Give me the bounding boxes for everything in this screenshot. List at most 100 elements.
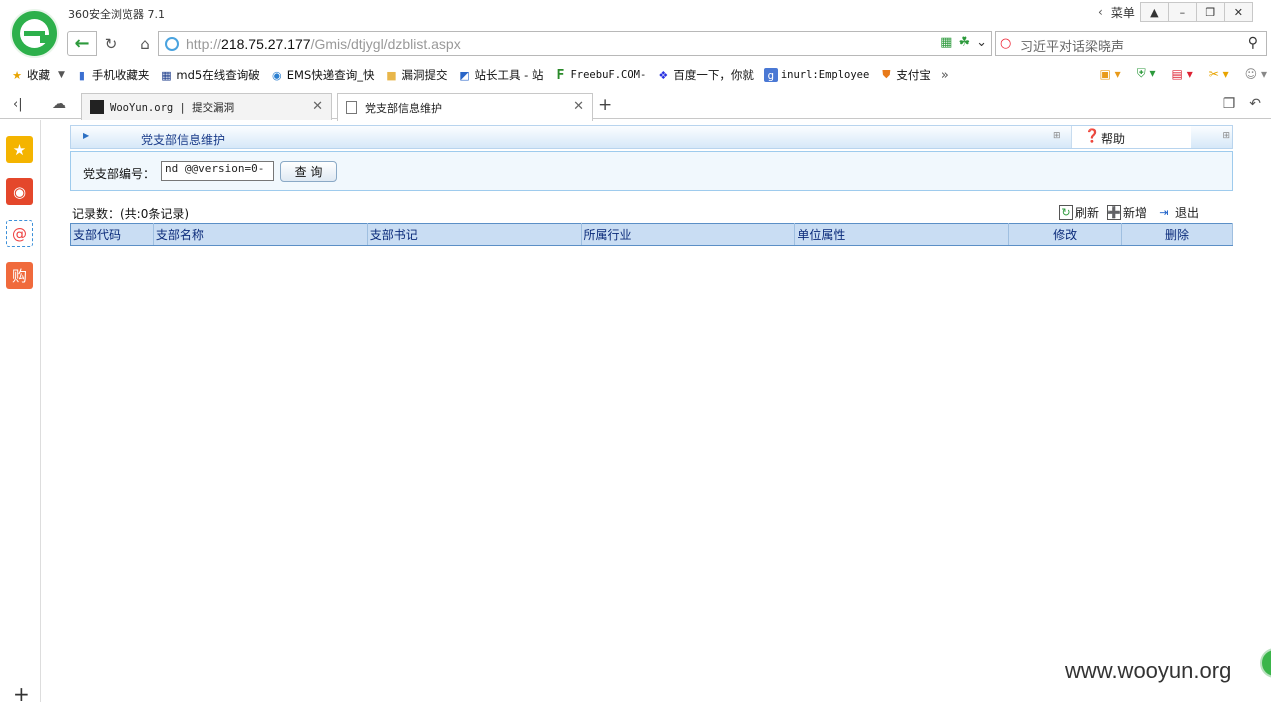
home-icon[interactable]: ⌂	[134, 34, 156, 54]
refresh-button[interactable]: ↻ 刷新	[1059, 204, 1099, 221]
close-icon[interactable]: ✕	[573, 99, 584, 114]
expand-icon[interactable]: ⊞	[1222, 131, 1230, 141]
cloud-icon[interactable]: ☁	[52, 96, 66, 112]
sidebar-toggle-icon[interactable]: ‹|	[13, 97, 23, 112]
reload-icon[interactable]: ↻	[100, 34, 122, 54]
star-icon[interactable]: ★	[6, 136, 33, 163]
col-branch-secretary[interactable]: 支部书记	[367, 223, 582, 246]
add-button[interactable]: ➕ 新增	[1107, 204, 1147, 221]
compat-mode-icon[interactable]: ☘	[958, 35, 970, 50]
bookmark-favorites[interactable]: ★ 收藏 ▼	[10, 67, 65, 83]
query-panel: 党支部编号： nd @@version=0-- 查 询	[70, 151, 1233, 191]
tab-list-icon[interactable]: ❐	[1223, 96, 1236, 112]
watermark: www.wooyun.org	[1065, 658, 1232, 683]
search-engine-icon[interactable]: ○	[1000, 36, 1011, 51]
address-bar-icons: ▦ ☘ ⌄	[940, 35, 987, 50]
url-text[interactable]: http://218.75.27.177/Gmis/dtjygl/dzblist…	[186, 36, 461, 52]
new-doc-icon: ➕	[1107, 205, 1122, 220]
bookmark-webmaster-tools[interactable]: ◩ 站长工具 - 站	[458, 67, 543, 83]
weibo-icon[interactable]: ◉	[6, 178, 33, 205]
bookmark-freebuf[interactable]: F FreebuF.COM-	[553, 67, 647, 83]
col-branch-name[interactable]: 支部名称	[153, 223, 368, 246]
record-count: 记录数：(共:0条记录)	[72, 207, 190, 221]
action-toolbar: ↻ 刷新 ➕ 新增 ⇥ 退出	[1059, 204, 1207, 221]
branch-number-input[interactable]: nd @@version=0--	[161, 161, 274, 181]
folder-icon: ■	[386, 68, 397, 82]
col-unit-attribute[interactable]: 单位属性	[794, 223, 1010, 246]
window-controls: ‹ 菜单 ▲ – ❐ ✕	[1098, 2, 1253, 22]
app-title: 360安全浏览器 7.1	[68, 8, 165, 21]
shield-icon: ⛊	[882, 68, 891, 81]
help-icon: ❓	[1084, 129, 1101, 144]
expand-icon[interactable]: ⊞	[1053, 131, 1061, 141]
bookmark-alipay[interactable]: ⛊ 支付宝	[879, 67, 931, 83]
maximize-button[interactable]: ❐	[1195, 2, 1225, 22]
minimize-button[interactable]: –	[1167, 2, 1197, 22]
address-bar[interactable]: http://218.75.27.177/Gmis/dtjygl/dzblist…	[158, 31, 992, 56]
floating-badge-icon[interactable]	[1260, 648, 1271, 678]
phone-icon: ▮	[78, 68, 85, 82]
query-button[interactable]: 查 询	[280, 161, 337, 182]
menu-button[interactable]: 菜单	[1111, 4, 1135, 21]
bookmark-inurl[interactable]: g inurl:Employee	[763, 68, 869, 82]
page-title: 党支部信息维护	[141, 133, 226, 147]
more-bookmarks-icon[interactable]: »	[941, 68, 949, 83]
new-tab-icon[interactable]: +	[598, 95, 612, 115]
bookmarks-bar: ★ 收藏 ▼ ▮ 手机收藏夹 ▦ md5在线查询破 ◉ EMS快递查询_快 ■ 漏洞提交 ◩…	[0, 62, 1271, 88]
navigation-bar: ← ↻ ⌂ http://218.75.27.177/Gmis/dtjygl/d…	[0, 28, 1271, 59]
arrow-right-icon: ▶	[83, 131, 90, 140]
chart-icon: ◩	[459, 68, 470, 82]
screenshot-icon[interactable]: ✂ ▾	[1209, 67, 1229, 81]
col-branch-code[interactable]: 支部代码	[70, 223, 154, 246]
back-button[interactable]: ←	[67, 31, 97, 56]
undo-close-icon[interactable]: ↶	[1249, 96, 1261, 112]
search-box[interactable]: ○ 习近平对话梁晓声 ⚲	[995, 31, 1267, 56]
help-button[interactable]: ❓ 帮助	[1071, 126, 1191, 148]
bookmark-vuln-submit[interactable]: ■ 漏洞提交	[385, 67, 447, 83]
search-icon[interactable]: ⚲	[1248, 35, 1258, 51]
chevron-left-icon[interactable]: ‹	[1098, 5, 1103, 19]
page-icon	[346, 101, 357, 114]
chevron-down-icon[interactable]: ▼	[58, 70, 65, 80]
title-bar: 360安全浏览器 7.1 ‹ 菜单 ▲ – ❐ ✕	[0, 0, 1271, 28]
tab-bar-tools: ❐ ↶	[1223, 96, 1261, 112]
chevron-down-icon[interactable]: ⌄	[976, 35, 987, 50]
freebuf-icon: F	[556, 67, 565, 83]
table-header-row: 支部代码 支部名称 支部书记 所属行业 单位属性 修改 删除	[70, 223, 1233, 246]
grid-icon: ▦	[161, 68, 172, 82]
exit-icon: ⇥	[1159, 206, 1169, 219]
bookmark-mobile[interactable]: ▮ 手机收藏夹	[75, 67, 150, 83]
col-edit: 修改	[1008, 223, 1123, 246]
add-icon[interactable]: +	[13, 682, 30, 702]
close-icon[interactable]: ✕	[312, 99, 323, 114]
tab-bar: ‹| ☁ WooYun.org | 提交漏洞 ✕ 党支部信息维护 ✕ + ❐ ↶	[0, 92, 1271, 121]
browser-logo-icon	[10, 9, 59, 58]
google-icon: g	[763, 68, 778, 82]
exit-button[interactable]: ⇥ 退出	[1155, 204, 1199, 221]
tab-party-branch[interactable]: 党支部信息维护 ✕	[337, 93, 593, 121]
bookmark-ems[interactable]: ◉ EMS快递查询_快	[270, 67, 375, 83]
col-delete: 删除	[1121, 223, 1233, 246]
extension-icons: ▣ ▾ ⛨ ▾ ▤ ▾ ✂ ▾ ☺ ▾	[1100, 66, 1267, 81]
refresh-icon: ↻	[1059, 205, 1073, 220]
close-button[interactable]: ✕	[1223, 2, 1253, 22]
query-label: 党支部编号：	[83, 167, 156, 181]
game-icon[interactable]: ☺ ▾	[1245, 67, 1267, 81]
qr-code-icon[interactable]: ▦	[940, 35, 952, 50]
security-icon[interactable]: ⛨ ▾	[1137, 66, 1156, 81]
globe-icon: ◉	[271, 68, 282, 82]
search-input[interactable]: 习近平对话梁晓声	[1020, 36, 1124, 55]
bookmark-md5[interactable]: ▦ md5在线查询破	[159, 67, 260, 83]
col-industry[interactable]: 所属行业	[581, 223, 796, 246]
page-header: ▶ 党支部信息维护 ⊞ ❓ 帮助 ⊞	[70, 125, 1233, 149]
pdf-icon[interactable]: ▤ ▾	[1172, 67, 1193, 81]
paw-icon: ❖	[658, 68, 669, 82]
tab-wooyun[interactable]: WooYun.org | 提交漏洞 ✕	[81, 93, 332, 120]
mail-icon[interactable]: @	[6, 220, 33, 247]
star-add-icon: ★	[12, 68, 22, 82]
skin-icon[interactable]: ▲	[1139, 2, 1169, 22]
apps-icon[interactable]: ▣ ▾	[1100, 67, 1121, 81]
sidebar: ★ ◉ @ 购 +	[0, 120, 41, 702]
shopping-icon[interactable]: 购	[6, 262, 33, 289]
bookmark-baidu[interactable]: ❖ 百度一下，你就	[656, 67, 753, 83]
